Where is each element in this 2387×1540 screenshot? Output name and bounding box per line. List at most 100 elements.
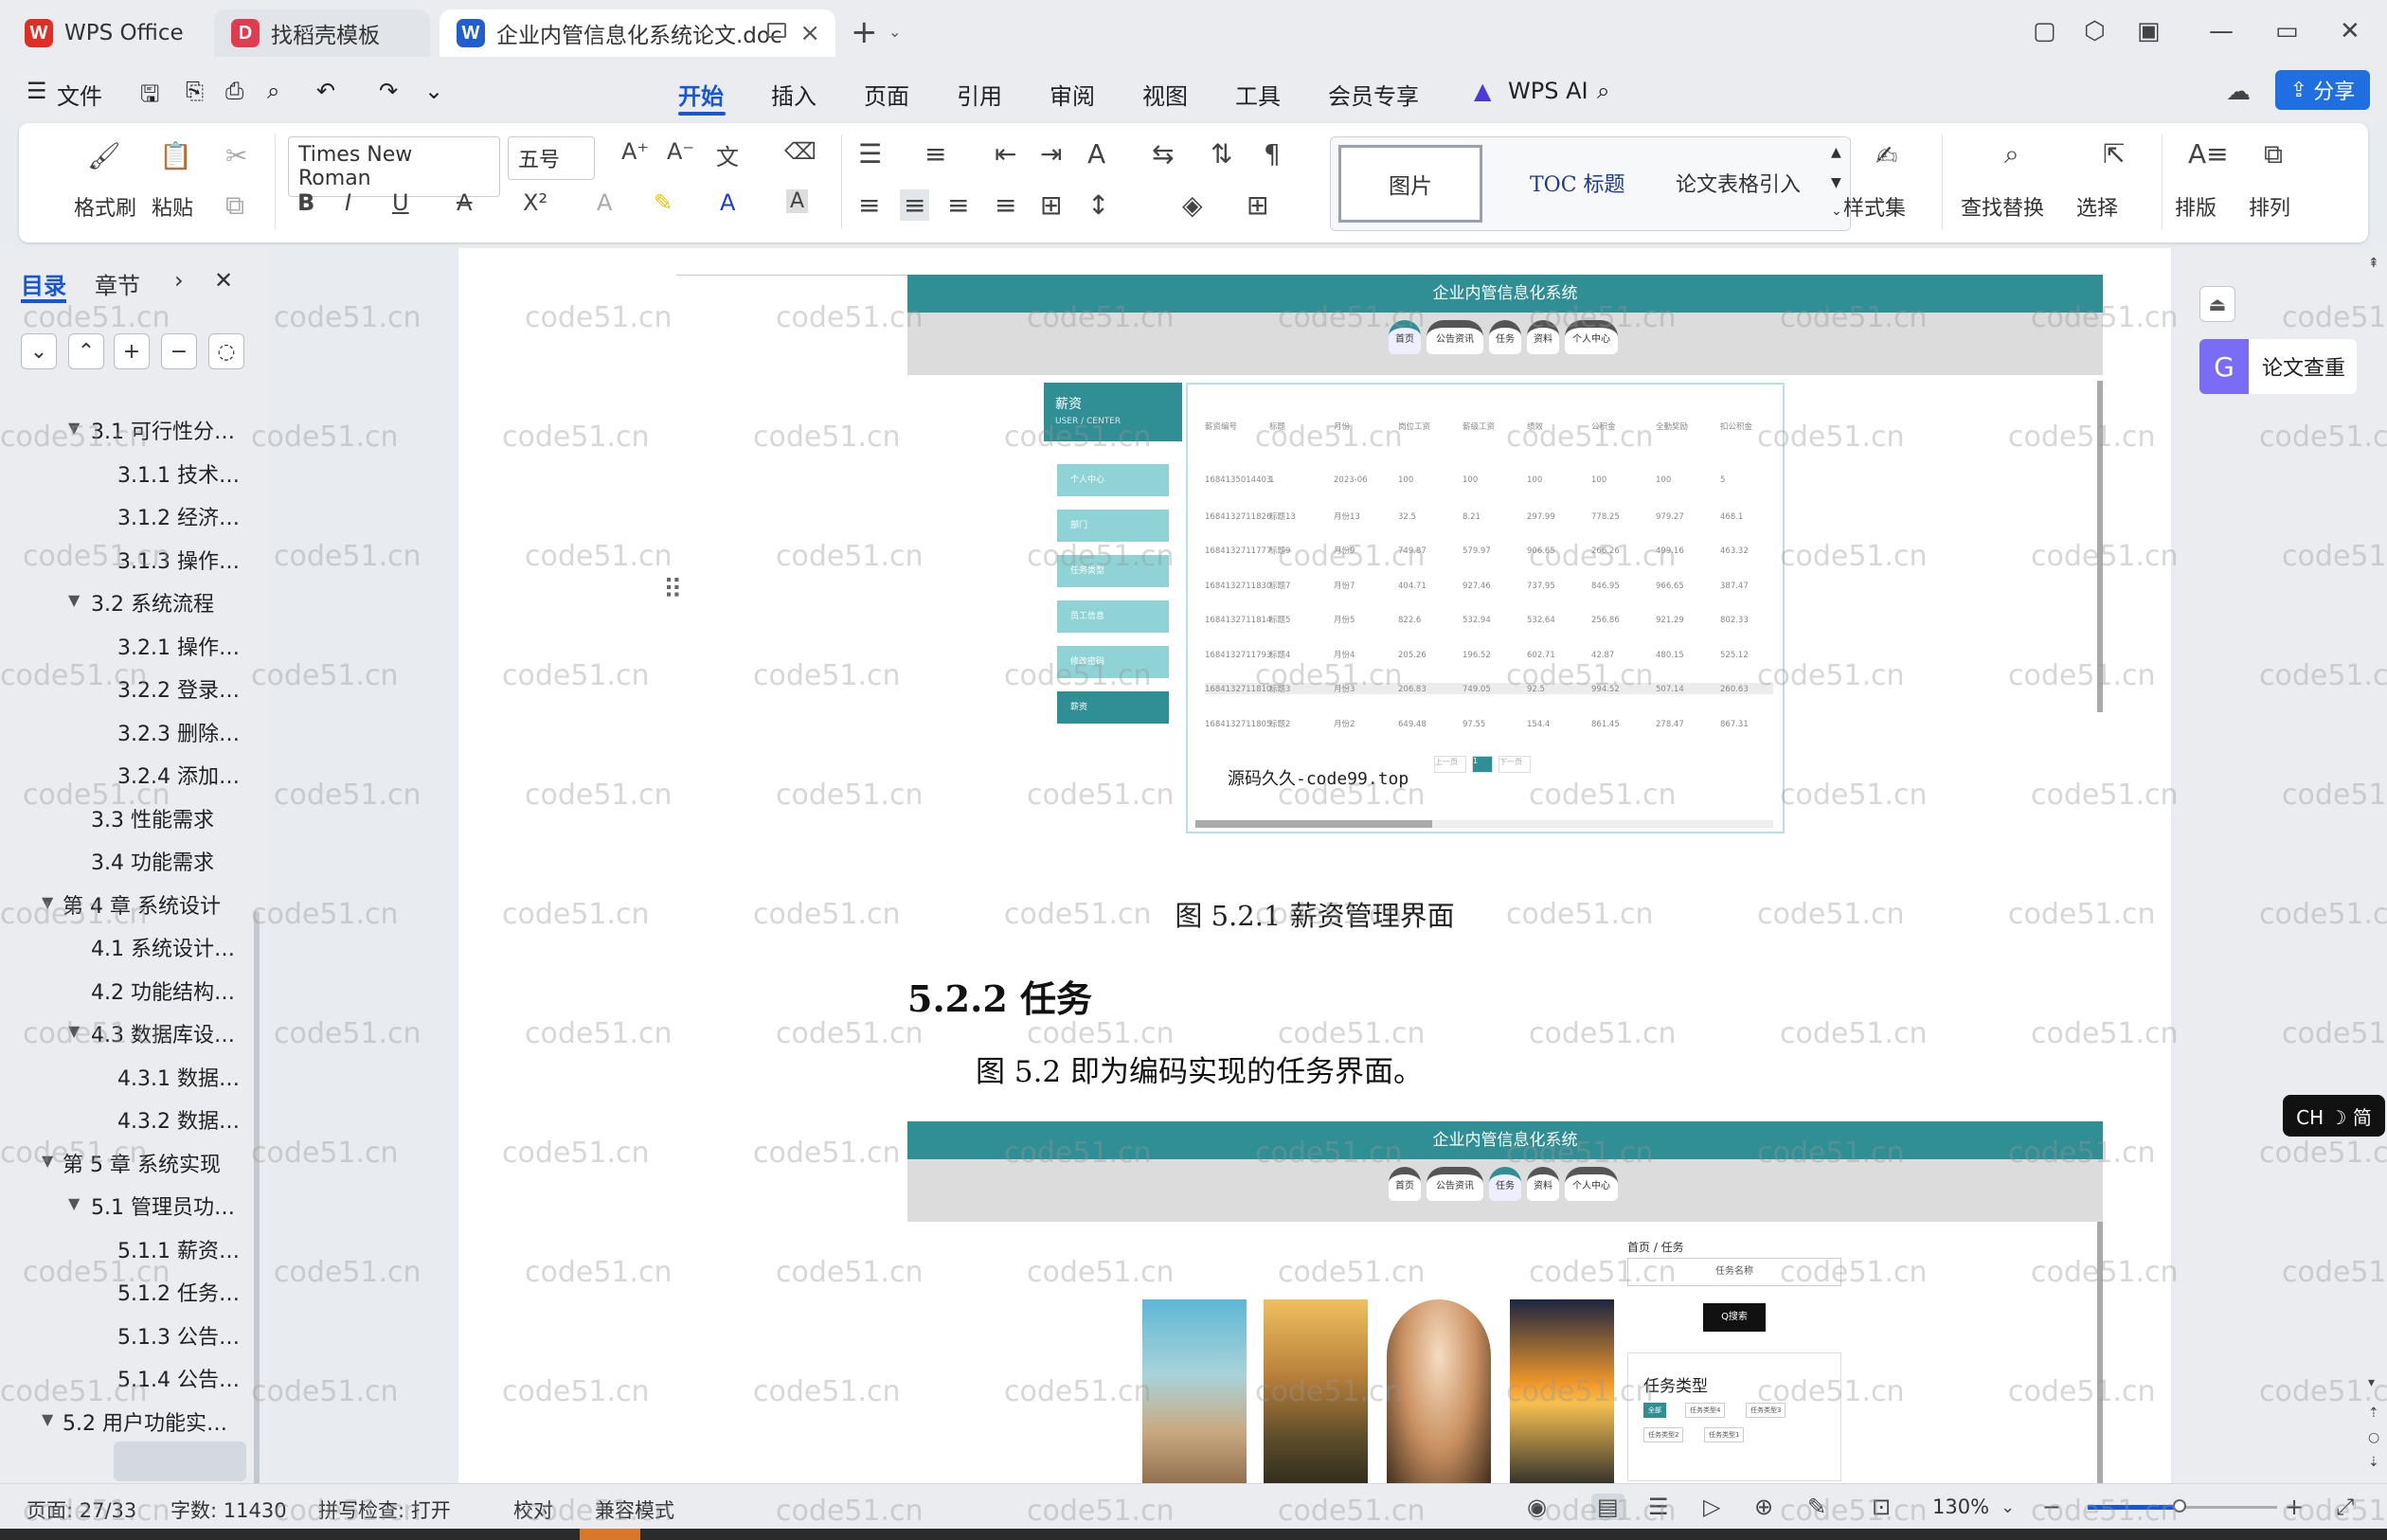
document-page[interactable]: 企业内管信息化系统 首页 公告资讯 任务 资料 个人中心 薪资 USER / C… xyxy=(458,248,2171,1483)
styles-set-icon[interactable]: ✍ xyxy=(1876,140,1897,171)
arrange-icon[interactable]: ⧉ xyxy=(2264,138,2283,170)
toc-item[interactable]: 4.3.2 数据… xyxy=(117,1104,240,1135)
toc-item[interactable]: 4.3.1 数据… xyxy=(117,1062,240,1092)
menu-home[interactable]: 开始 xyxy=(678,78,724,111)
highlight-icon[interactable]: ✎ xyxy=(654,189,673,216)
ime-indicator[interactable]: CH ☽ 简 xyxy=(2283,1095,2385,1137)
toc-item[interactable]: 3.1.1 技术… xyxy=(117,458,240,489)
increase-indent-icon[interactable]: ⇥ xyxy=(1040,138,1062,170)
drag-handle-icon[interactable]: ⠿ xyxy=(663,574,683,605)
toc-item[interactable]: 5.1.4 公告… xyxy=(117,1363,240,1393)
print-icon[interactable]: ⎙ xyxy=(225,78,243,104)
toc-item[interactable]: 5.1 管理员功… xyxy=(91,1191,235,1221)
toc-item[interactable]: 5.1.3 公告… xyxy=(117,1320,240,1351)
menu-insert[interactable]: 插入 xyxy=(771,78,817,111)
toc-item[interactable]: 4.2 功能结构… xyxy=(91,976,235,1006)
text-direction-icon[interactable]: A xyxy=(1087,138,1105,170)
select-button[interactable]: 选择 xyxy=(2076,191,2118,222)
font-name-select[interactable]: Times New Roman xyxy=(288,136,500,197)
italic-icon[interactable]: I xyxy=(345,189,351,216)
cloud-icon[interactable]: ☁ xyxy=(2226,78,2251,106)
find-replace-button[interactable]: 查找替换 xyxy=(1961,191,2044,222)
print-preview-icon[interactable]: ⌕ xyxy=(267,78,279,104)
align-center-icon[interactable]: ≡ xyxy=(900,189,930,221)
chevron-down-icon[interactable]: ⌄ xyxy=(888,23,901,41)
plagiarism-check-button[interactable]: G 论文查重 xyxy=(2199,339,2357,394)
menu-review[interactable]: 审阅 xyxy=(1050,78,1095,111)
save-icon[interactable]: 🖫 xyxy=(140,78,159,116)
align-right-icon[interactable]: ≡ xyxy=(947,189,969,221)
toc-expand-icon[interactable]: ▼ xyxy=(68,419,80,437)
phonetic-icon[interactable]: 文 xyxy=(716,138,739,171)
toc-item[interactable]: 4.1 系统设计… xyxy=(91,932,235,962)
justify-icon[interactable]: ≡ xyxy=(995,189,1016,221)
layout-button[interactable]: 排版 xyxy=(2175,191,2216,222)
more-chevron-icon[interactable]: ⌄ xyxy=(424,78,443,104)
toc-item[interactable]: 3.2.2 登录… xyxy=(117,673,240,704)
toc-item[interactable]: 3.4 功能需求 xyxy=(91,846,214,876)
clear-format-icon[interactable]: ⌫ xyxy=(784,138,817,165)
close-window-icon[interactable]: ✕ xyxy=(2340,17,2360,45)
zoom-slider-handle[interactable] xyxy=(2173,1499,2186,1513)
format-painter-icon[interactable]: 🖌 xyxy=(87,140,121,171)
toc-expand-icon[interactable]: ▼ xyxy=(42,893,53,911)
tab-docer-templates[interactable]: D 找稻壳模板 xyxy=(214,9,430,57)
export-pdf-icon[interactable]: ⎘ xyxy=(186,78,204,104)
remove-heading-icon[interactable]: − xyxy=(161,333,197,369)
text-effect-icon[interactable]: A xyxy=(597,189,612,216)
menu-view[interactable]: 视图 xyxy=(1142,78,1188,111)
collapse-panel-icon[interactable]: ⏏ xyxy=(2199,286,2235,322)
scroll-top-icon[interactable]: ⇞ xyxy=(2368,256,2379,271)
toc-item[interactable]: 3.1 可行性分… xyxy=(91,415,235,445)
font-size-select[interactable]: 五号 xyxy=(508,136,595,180)
toc-expand-icon[interactable]: ▼ xyxy=(42,1410,53,1428)
toc-item[interactable]: 3.1.3 操作… xyxy=(117,545,240,575)
numbered-list-icon[interactable]: ≡ xyxy=(924,138,946,170)
zoom-level[interactable]: 130% xyxy=(1932,1495,1989,1518)
bold-icon[interactable]: B xyxy=(297,189,314,216)
menu-page[interactable]: 页面 xyxy=(864,78,909,111)
share-button[interactable]: ⇪ 分享 xyxy=(2275,70,2370,110)
menu-references[interactable]: 引用 xyxy=(957,78,1002,111)
locate-icon[interactable]: ◌ xyxy=(208,333,244,369)
menu-file[interactable]: 文件 xyxy=(57,78,102,111)
line-spacing-icon[interactable]: ↕ xyxy=(1087,189,1109,221)
menu-member[interactable]: 会员专享 xyxy=(1328,78,1419,111)
cut-icon[interactable]: ✂ xyxy=(225,140,247,171)
char-shading-icon[interactable]: A xyxy=(786,189,809,213)
nav-tab-toc[interactable]: 目录 xyxy=(21,267,66,300)
toc-item[interactable]: 3.3 性能需求 xyxy=(91,803,214,833)
superscript-icon[interactable]: X² xyxy=(523,189,547,216)
minimize-icon[interactable]: — xyxy=(2209,17,2234,45)
convert-icon[interactable]: ⇆ xyxy=(1152,138,1174,170)
gallery-up-icon[interactable]: ▲ xyxy=(1831,145,1841,160)
decrease-indent-icon[interactable]: ⇤ xyxy=(995,138,1016,170)
search-icon[interactable]: ⌕ xyxy=(1597,78,1609,104)
style-table-ref[interactable]: 论文表格引入 xyxy=(1676,168,1801,198)
maximize-icon[interactable]: ▭ xyxy=(2275,17,2299,45)
undo-icon[interactable]: ↶ xyxy=(316,78,335,104)
select-browse-icon[interactable]: ○ xyxy=(2368,1430,2379,1445)
toc-item[interactable]: 第 5 章 系统实现 xyxy=(63,1148,221,1178)
scroll-down-icon[interactable]: ▾ xyxy=(2368,1375,2375,1390)
zoom-in-icon[interactable]: + xyxy=(2285,1494,2304,1520)
avatar[interactable]: ▣ xyxy=(2137,17,2161,45)
cube-icon[interactable]: ⬡ xyxy=(2084,17,2106,45)
shrink-font-icon[interactable]: A⁻ xyxy=(667,138,694,165)
style-toc-heading[interactable]: TOC 标题 xyxy=(1530,168,1625,198)
distribute-icon[interactable]: ⊞ xyxy=(1040,189,1062,221)
zoom-chevron-icon[interactable]: ⌄ xyxy=(2001,1497,2015,1517)
page-indicator[interactable]: 页面: 27/33 xyxy=(27,1495,136,1524)
sort-icon[interactable]: ⇅ xyxy=(1211,138,1232,170)
toc-item[interactable]: 3.2 系统流程 xyxy=(91,587,214,618)
menu-tools[interactable]: 工具 xyxy=(1235,78,1281,111)
paste-button[interactable]: 粘贴 xyxy=(152,191,193,222)
grow-font-icon[interactable]: A⁺ xyxy=(621,138,649,165)
tab-wps-office[interactable]: W WPS Office xyxy=(8,9,201,57)
toc-item[interactable]: 5.1.2 任务… xyxy=(117,1277,240,1307)
web-view-icon[interactable]: ⊕ xyxy=(1754,1494,1773,1520)
pen-icon[interactable]: ✎ xyxy=(1807,1494,1826,1520)
chevron-right-icon[interactable]: › xyxy=(174,267,184,294)
toc-item[interactable]: 3.2.4 添加… xyxy=(117,760,240,790)
fit-page-icon[interactable]: ⊡ xyxy=(1872,1494,1891,1520)
